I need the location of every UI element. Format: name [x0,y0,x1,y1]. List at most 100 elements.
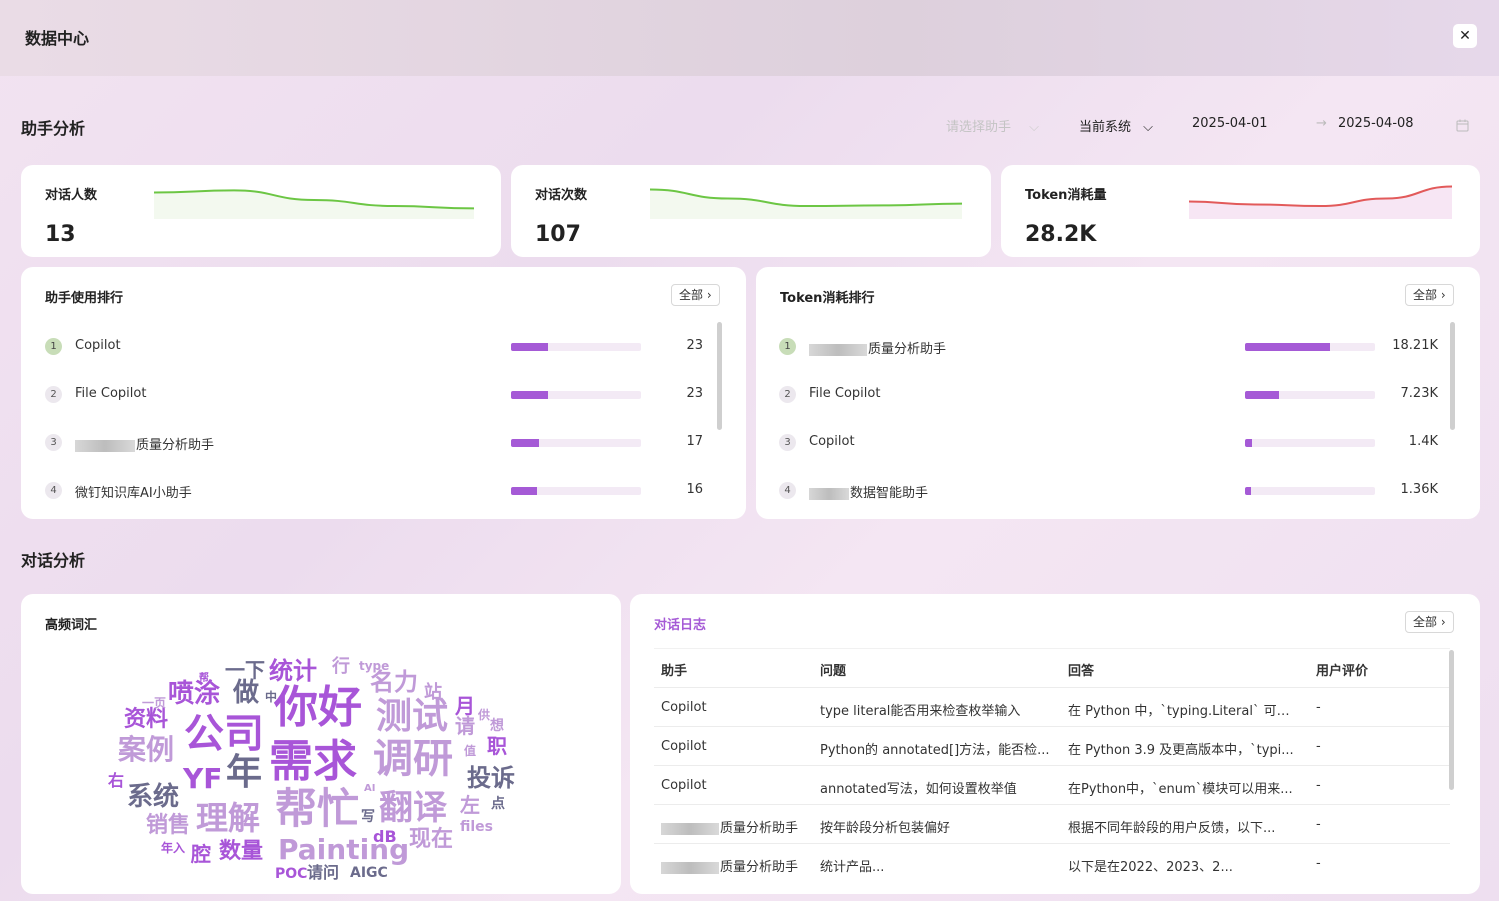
date-end-input[interactable]: 2025-04-08 [1338,116,1414,131]
rank-bar-track [511,343,641,351]
ranking-row[interactable]: 1 Copilot 23 [21,335,746,359]
rank-value: 1.36K [1400,482,1438,497]
ranking-row[interactable]: 3 Copilot 1.4K [756,431,1480,455]
rank-name-text: File Copilot [75,386,147,401]
cell-answer: 在 Python 中，`typing.Literal` 可以... [1068,700,1300,719]
rank-bar-fill [1245,391,1279,399]
chevron-right-icon: › [1440,615,1446,629]
word-cloud-word: 公司 [184,711,264,757]
word-cloud-word: 做 [233,678,260,708]
ranking-row[interactable]: 4 数据智能助手 1.36K [756,479,1480,503]
rank-number: 2 [45,386,62,403]
ranking-row[interactable]: 1 质量分析助手 18.21K [756,335,1480,359]
rank-number: 2 [779,386,796,403]
word-cloud-card: 高频词汇 你好 需求 公司 帮忙 调研 测试年翻译 理解 统计 名力 喷涂做案例 系统 资料 投诉 销售数… [21,594,621,894]
rank-number: 4 [45,482,62,499]
table-row[interactable]: 质量分析助手 按年龄段分析包装偏好 根据不同年龄段的用户反馈，以下... - [654,805,1450,844]
cell-text: Copilot [661,739,707,754]
scrollbar[interactable] [1450,322,1455,430]
cell-text: 按年龄段分析包装偏好 [820,821,951,836]
rank-name: File Copilot [75,386,146,401]
word-cloud-word: 理解 [196,799,261,837]
word-cloud-word: POC [275,866,308,882]
stat-value: 28.2K [1025,222,1097,247]
word-cloud-title: 高频词汇 [45,618,98,633]
ranking-row[interactable]: 3 质量分析助手 17 [21,431,746,455]
word-cloud-word: type [359,659,390,673]
system-select-value: 当前系统 [1079,120,1132,135]
chevron-right-icon: › [706,288,712,302]
rank-value: 18.21K [1392,338,1438,353]
word-cloud-word: 腔 [191,842,211,866]
scrollbar[interactable] [1449,650,1454,790]
stat-label: 对话人数 [45,188,98,203]
conversation-log-all-button[interactable]: 全部 › [1405,611,1454,633]
rank-name: 质量分析助手 [809,338,946,357]
system-select[interactable]: 当前系统 ⌵ [1079,116,1153,135]
word-cloud-word: 帮忙 [275,784,360,833]
cell-text: - [1316,700,1321,715]
cell-text: - [1316,856,1321,871]
calendar-icon[interactable] [1456,117,1469,136]
cell-text: Copilot [661,778,707,793]
word-cloud-word: 案例 [118,733,175,766]
word-cloud-word: 名力 [370,668,418,696]
stat-card-conversations: 对话次数 107 [511,165,991,257]
section-title-conversation-analysis: 对话分析 [21,551,86,570]
rank-bar-track [1245,487,1375,495]
sparkline-area [154,190,474,219]
table-row[interactable]: 质量分析助手 统计产品... 以下是在2022、2023、2... - [654,844,1450,883]
word-cloud-word: 职 [487,734,507,758]
ranking-row[interactable]: 4 微钉知识库AI小助手 16 [21,479,746,503]
redacted-text [661,822,719,835]
word-cloud-word: 帮 [199,673,209,684]
rank-bar-track [511,439,641,447]
rank-number: 1 [779,338,796,355]
table-row[interactable]: Copilot type literal能否用来检查枚举输入 在 Python 中，… [654,688,1450,727]
rank-bar-fill [1245,487,1252,495]
rank-name: Copilot [75,338,121,353]
table-row[interactable]: Copilot Python的 annotated[]方法，能否检... 在 Pyt… [654,727,1450,766]
stat-value: 107 [535,222,581,247]
rank-bar-track [1245,439,1375,447]
ranking-row[interactable]: 2 File Copilot 7.23K [756,383,1480,407]
rank-name: 质量分析助手 [75,434,214,453]
rank-number: 1 [45,338,62,355]
word-cloud-word: 左 [460,793,480,817]
word-cloud-word: 一页 [142,696,167,710]
cell-assistant: 质量分析助手 [661,856,798,875]
table-row[interactable]: Copilot annotated写法，如何设置枚举值 在Python中，`enum… [654,766,1450,805]
cell-text: 质量分析助手 [720,821,799,836]
stat-label: Token消耗量 [1025,188,1107,203]
cell-rating: - [1316,817,1321,832]
word-cloud-word: 投诉 [467,764,515,792]
all-label: 全部 [1413,288,1438,302]
rank-name-text: 质量分析助手 [868,342,947,357]
token-ranking-all-button[interactable]: 全部 › [1405,284,1454,306]
close-button[interactable]: ✕ [1453,24,1477,48]
cell-rating: - [1316,739,1321,754]
rank-value: 1.4K [1408,434,1438,449]
chevron-down-icon: ⌵ [1029,120,1040,135]
word-cloud-word: 月 [455,694,475,718]
rank-bar-fill [1245,343,1330,351]
dialog-header: 数据中心 ✕ [0,0,1499,76]
conversation-log-title: 对话日志 [654,618,707,633]
cell-assistant: 质量分析助手 [661,817,798,836]
cell-question: type literal能否用来检查枚举输入 [820,700,1020,719]
word-cloud-word: 测试 [376,696,449,737]
ranking-row[interactable]: 2 File Copilot 23 [21,383,746,407]
usage-ranking-title: 助手使用排行 [45,291,124,306]
date-range-arrow-icon: → [1316,116,1327,131]
scrollbar[interactable] [717,322,722,430]
word-cloud-word: 需求 [269,736,357,787]
cell-text: 根据不同年龄段的用户反馈，以下... [1068,821,1276,836]
cell-assistant: Copilot [661,778,707,793]
rank-bar-fill [511,343,549,351]
rank-value: 7.23K [1400,386,1438,401]
usage-ranking-all-button[interactable]: 全部 › [671,284,720,306]
date-start-input[interactable]: 2025-04-01 [1192,116,1268,131]
assistant-select[interactable]: 请选择助手 ⌵ [946,116,1039,135]
rank-name: 微钉知识库AI小助手 [75,482,192,501]
token-ranking-title: Token消耗排行 [780,291,875,306]
